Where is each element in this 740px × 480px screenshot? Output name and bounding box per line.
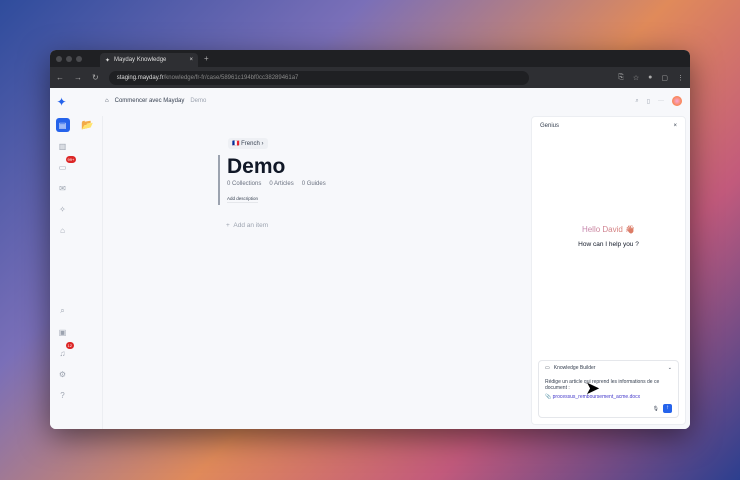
inbox-icon[interactable]: ▭ 99+: [56, 156, 77, 174]
analytics-icon[interactable]: ▥: [56, 139, 70, 153]
bell-icon[interactable]: ♫ 12: [56, 342, 74, 360]
folder-icon[interactable]: 📂: [81, 120, 102, 131]
mayday-logo[interactable]: ✦: [57, 96, 69, 108]
academy-icon[interactable]: ⌂: [56, 223, 70, 237]
chevron-down-icon[interactable]: ⌄: [668, 365, 672, 371]
puzzle-icon[interactable]: ▢: [661, 74, 668, 82]
language-selector[interactable]: 🇫🇷 French ›: [228, 138, 268, 149]
help-icon[interactable]: ?: [56, 388, 70, 402]
url-field[interactable]: staging.mayday.fr/knowledge/fr-fr/case/5…: [108, 70, 529, 85]
extensions: ⎘ ☆ ● ▢ ⋮: [618, 74, 684, 82]
menu-icon[interactable]: ⋮: [677, 74, 684, 82]
more-icon[interactable]: ···: [658, 98, 664, 104]
knowledge-icon[interactable]: ▤: [55, 118, 70, 132]
prompt-text[interactable]: Rédige un article qui reprend les inform…: [545, 379, 672, 391]
address-bar-row: ← → ↻ staging.mayday.fr/knowledge/fr-fr/ca…: [50, 67, 690, 88]
home-icon[interactable]: ⌂: [105, 98, 109, 104]
sidebar: ✦ ▤ ▥ ▭ 99+ ✉ ✧ ⌂ ⌕ ▣ ♫ 12 ⚙ ?: [50, 88, 77, 429]
new-tab-button[interactable]: +: [204, 54, 209, 63]
forward-icon[interactable]: →: [74, 73, 82, 82]
main-content: 🇫🇷 French › Demo 0 Collections 0 Articles…: [218, 132, 326, 229]
search-icon[interactable]: ⌕: [635, 98, 638, 105]
builder-icon: ▭: [545, 365, 550, 371]
translate-icon[interactable]: ⎘: [618, 74, 624, 82]
document-icon[interactable]: ▣: [56, 325, 70, 339]
breadcrumb-root[interactable]: Commencer avec Mayday: [115, 98, 185, 104]
mayday-logo-icon: ✦: [105, 57, 111, 64]
browser-window: ✦ Mayday Knowledge × + ← → ↻ staging.mayday.…: [50, 50, 690, 429]
genius-panel: Genius × Hello David 👋 How can I help you…: [531, 116, 686, 425]
greeting: Hello David 👋: [532, 225, 685, 234]
document-icon[interactable]: ▯: [647, 98, 650, 105]
star-icon[interactable]: ☆: [633, 74, 639, 82]
stats: 0 Collections 0 Articles 0 Guides: [227, 181, 326, 187]
add-item-button[interactable]: + Add an item: [226, 222, 326, 229]
avatar[interactable]: [672, 96, 682, 106]
breadcrumb-current: Demo: [190, 98, 207, 104]
tree-panel: 📂: [75, 116, 103, 429]
window-controls[interactable]: [56, 55, 82, 62]
mouse-cursor-icon: ➤: [585, 378, 601, 398]
add-description-button[interactable]: Add description: [227, 196, 259, 203]
browser-tab[interactable]: ✦ Mayday Knowledge ×: [100, 53, 198, 67]
help-prompt: How can I help you ?: [578, 241, 639, 248]
magic-wand-icon[interactable]: ✧: [56, 202, 70, 216]
microphone-icon[interactable]: 🎙: [653, 406, 659, 412]
genius-title: Genius: [540, 123, 560, 129]
mail-icon[interactable]: ✉: [56, 181, 70, 195]
notifications-badge: 12: [65, 342, 74, 349]
back-icon[interactable]: ←: [56, 73, 64, 82]
send-button[interactable]: ↑: [663, 404, 672, 413]
extension-icon[interactable]: ●: [648, 74, 652, 82]
settings-icon[interactable]: ⚙: [56, 367, 70, 381]
knowledge-builder-input[interactable]: ▭ Knowledge Builder ⌄ Rédige un article qu…: [538, 360, 679, 418]
page-title[interactable]: Demo: [227, 155, 326, 179]
breadcrumb: ⌂ Commencer avec Mayday Demo ⌕ ▯ ···: [105, 96, 682, 106]
close-tab-icon[interactable]: ×: [189, 57, 193, 63]
search-icon[interactable]: ⌕: [56, 304, 70, 318]
attached-file[interactable]: 📎 processus_remboursement_acme.docx: [545, 394, 672, 400]
close-icon[interactable]: ×: [673, 123, 677, 129]
tab-bar: ✦ Mayday Knowledge × +: [50, 50, 690, 67]
reload-icon[interactable]: ↻: [92, 73, 99, 82]
